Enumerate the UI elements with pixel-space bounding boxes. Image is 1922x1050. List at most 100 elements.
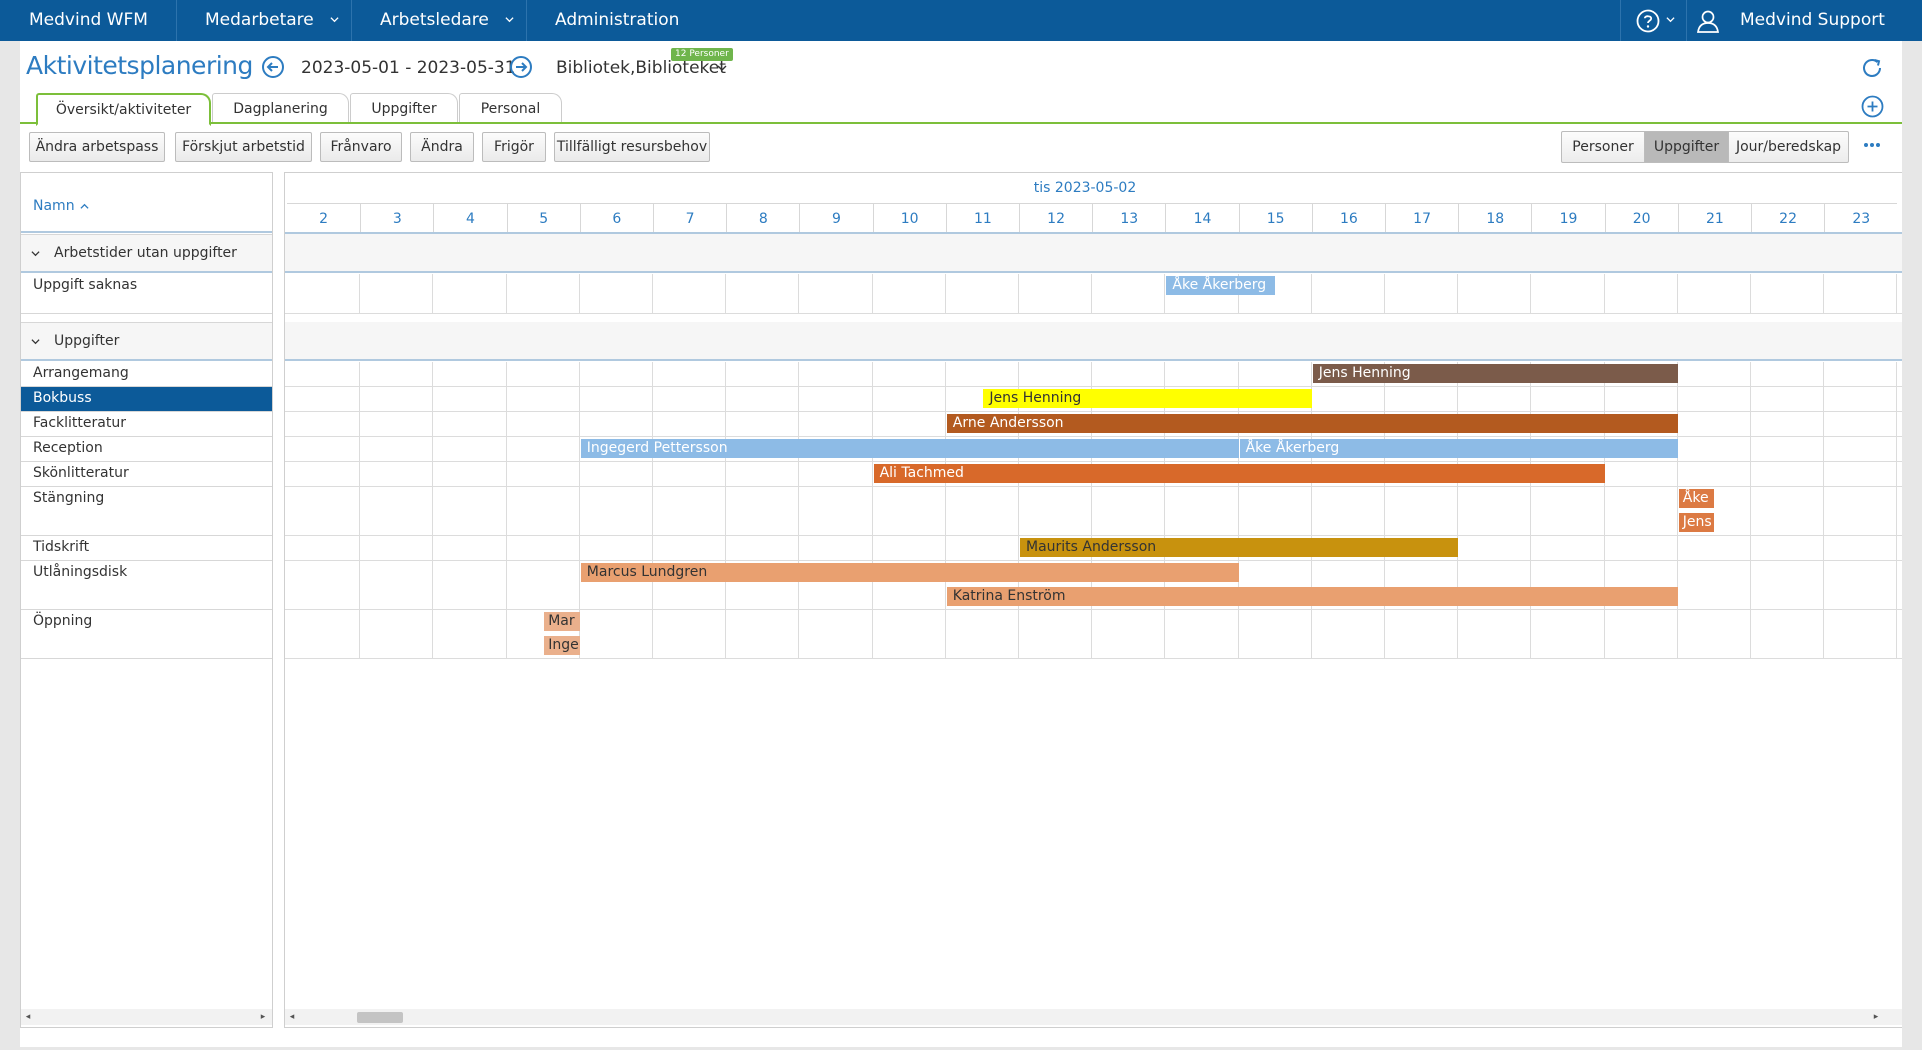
task-row-stangning[interactable]: Stängning [21,487,272,536]
tab-personal[interactable]: Personal [459,93,562,124]
group-header-arbetstider-utan-uppgifter[interactable]: Arbetstider utan uppgifter [21,234,272,273]
grid-vertical-line [578,536,580,561]
schedule-bar[interactable]: Jens Henning [983,389,1312,408]
task-row-uppgift-saknas[interactable]: Uppgift saknas [21,274,272,314]
release-button[interactable]: Frigör [482,132,546,162]
grid-vertical-line [1091,362,1093,387]
more-options-icon[interactable] [1863,142,1881,148]
tab-uppgifter[interactable]: Uppgifter [350,93,458,124]
schedule-bar[interactable]: Åke Åkerberg [1239,439,1678,458]
user-menu-label[interactable]: Medvind Support [1711,0,1921,41]
tab-oversikt[interactable]: Översikt/aktiviteter [36,93,211,126]
previous-period-button[interactable] [261,55,285,79]
grid-vertical-line [725,610,727,659]
task-row-tidskrift[interactable]: Tidskrift [21,536,272,561]
nav-divider [1620,0,1621,41]
brand-link[interactable]: Medvind WFM [0,0,176,41]
temporary-resource-button[interactable]: Tillfälligt resursbehov [554,132,710,162]
task-row-arrangemang[interactable]: Arrangemang [21,362,272,387]
schedule-bar[interactable]: Jens Henning [1312,364,1678,383]
grid-vertical-line [1091,274,1093,314]
edit-button[interactable]: Ändra [410,132,474,162]
nav-item-medarbetare[interactable]: Medarbetare [176,0,351,41]
task-row-bokbuss[interactable]: Bokbuss [21,387,272,412]
chevron-down-icon[interactable] [330,15,339,24]
grid-vertical-line [578,462,580,487]
shift-worktime-button[interactable]: Förskjut arbetstid [175,132,312,162]
grid-horizontal-line [285,609,1902,610]
scroll-right-icon[interactable]: ▸ [256,1009,270,1025]
grid-vertical-line [944,487,946,536]
grid-vertical-line [1603,536,1605,561]
grid-vertical-line [1823,610,1825,659]
schedule-bar[interactable]: Marcus Lundgren [580,563,1239,582]
chevron-down-icon[interactable] [505,15,514,24]
schedule-bar[interactable]: Inge [544,636,580,655]
grid-vertical-line [1457,610,1459,659]
view-segment-standby[interactable]: Jour/beredskap [1728,131,1849,163]
grid-vertical-line [505,412,507,437]
schedule-bar[interactable]: Åke [1678,489,1715,508]
schedule-bar[interactable]: Ingegerd Pettersson [580,439,1239,458]
change-shift-button[interactable]: Ändra arbetspass [29,132,165,162]
top-navigation-bar: Medvind WFM Medarbetare Arbetsledare Adm… [0,0,1922,41]
schedule-bar[interactable]: Maurits Andersson [1020,538,1459,557]
unit-selector[interactable]: Bibliotek,Biblioteket [556,58,726,78]
scroll-thumb[interactable] [357,1012,403,1023]
view-segment-tasks[interactable]: Uppgifter [1644,131,1729,163]
nav-item-administration[interactable]: Administration [526,0,706,41]
task-row-label: Facklitteratur [33,415,126,431]
grid-vertical-line [1823,387,1825,412]
grid-vertical-line [1750,387,1751,412]
schedule-bar[interactable]: Åke Åkerberg [1166,276,1276,295]
grid-vertical-line [505,610,507,659]
collapse-chevron-icon[interactable] [31,249,40,258]
grid-vertical-line [725,412,727,437]
grid-vertical-line [1676,462,1678,487]
scroll-right-icon[interactable]: ▸ [1869,1009,1883,1025]
schedule-bar[interactable]: Jens [1678,513,1715,532]
task-row-utlaningsdisk[interactable]: Utlåningsdisk [21,561,272,610]
add-circle-icon[interactable] [1860,94,1885,119]
schedule-bar[interactable]: Arne Andersson [946,414,1678,433]
grid-horizontal-line [285,535,1902,536]
task-row-oppning[interactable]: Öppning [21,610,272,659]
view-segment-persons[interactable]: Personer [1561,131,1645,163]
grid-vertical-line [1310,274,1312,314]
grid-horizontal-line [285,486,1902,487]
task-row-skonlitteratur[interactable]: Skönlitteratur [21,462,272,487]
schedule-bar[interactable]: Katrina Enström [946,587,1678,606]
task-row-reception[interactable]: Reception [21,437,272,462]
next-period-button[interactable] [509,55,533,79]
scroll-left-icon[interactable]: ◂ [285,1009,299,1025]
hour-header-cell: 14 [1165,203,1239,233]
refresh-icon[interactable] [1859,55,1885,81]
left-horizontal-scrollbar[interactable]: ◂ ▸ [21,1009,272,1025]
schedule-bar[interactable]: Mar [544,612,580,631]
grid-vertical-line [432,387,434,412]
chevron-down-icon[interactable] [717,63,727,73]
grid-vertical-line [944,274,946,314]
help-icon[interactable] [1635,8,1661,34]
grid-vertical-line [1750,487,1751,536]
collapse-chevron-icon[interactable] [31,337,40,346]
task-row-label: Tidskrift [33,539,90,555]
schedule-bar[interactable]: Ali Tachmed [873,464,1605,483]
grid-vertical-line [1823,437,1825,462]
group-header-uppgifter[interactable]: Uppgifter [21,322,272,361]
absence-button[interactable]: Frånvaro [320,132,402,162]
grid-vertical-line [505,387,507,412]
hour-header-cell: 12 [1019,203,1093,233]
chevron-down-icon[interactable] [1666,15,1675,24]
hour-header-cell: 16 [1311,203,1385,233]
task-row-facklitteratur[interactable]: Facklitteratur [21,412,272,437]
grid-horizontal-line [285,411,1902,412]
tab-dagplanering[interactable]: Dagplanering [212,93,349,124]
grid-horizontal-scrollbar[interactable]: ◂ ▸ [285,1009,1902,1025]
sort-ascending-icon[interactable] [80,202,89,211]
nav-item-arbetsledare[interactable]: Arbetsledare [351,0,526,41]
scroll-left-icon[interactable]: ◂ [21,1009,35,1025]
grid-vertical-line [1676,487,1678,536]
nav-item-label: Administration [555,10,680,30]
name-column-header[interactable]: Namn [21,173,272,233]
